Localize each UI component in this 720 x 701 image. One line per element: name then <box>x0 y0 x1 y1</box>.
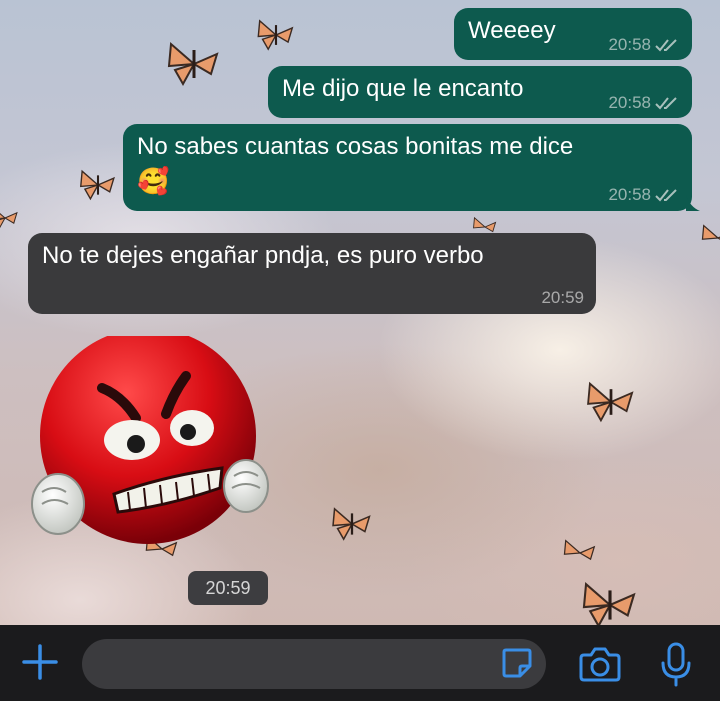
butterfly-decoration <box>563 539 596 561</box>
butterfly-decoration <box>587 381 634 423</box>
message-bubble-incoming[interactable]: No te dejes engañar pndja, es puro verbo… <box>28 233 596 314</box>
butterfly-decoration <box>582 582 636 625</box>
message-meta: 20:58 <box>608 30 680 60</box>
message-meta: 20:58 <box>608 88 680 118</box>
butterfly-decoration <box>167 41 219 87</box>
message-meta: 20:58 <box>608 180 680 210</box>
angry-red-emoji-sticker[interactable] <box>24 336 276 556</box>
butterfly-decoration <box>0 211 18 229</box>
message-input[interactable] <box>82 639 546 689</box>
bubble-tail <box>686 195 700 211</box>
smiling-face-with-hearts-emoji: 🥰 <box>137 166 170 196</box>
message-time: 20:58 <box>608 185 651 204</box>
message-text: No sabes cuantas cosas bonitas me dice <box>137 133 574 160</box>
message-text: No te dejes engañar pndja, es puro verbo <box>42 242 484 269</box>
message-time: 20:58 <box>608 93 651 112</box>
butterfly-decoration <box>701 224 720 240</box>
read-double-check-icon <box>655 189 677 202</box>
read-double-check-icon <box>655 97 677 110</box>
message-bubble-outgoing[interactable]: Me dijo que le encanto 20:58 <box>268 66 692 118</box>
message-bubble-outgoing[interactable]: No sabes cuantas cosas bonitas me dice 🥰… <box>123 124 700 211</box>
sticker-icon[interactable] <box>500 646 534 680</box>
message-text: Weeeey <box>468 17 556 44</box>
message-time: 20:59 <box>541 288 584 307</box>
plus-icon[interactable] <box>20 642 60 682</box>
message-text: Me dijo que le encanto <box>282 75 524 102</box>
message-time: 20:58 <box>608 35 651 54</box>
butterfly-decoration <box>79 169 115 201</box>
camera-icon[interactable] <box>578 645 622 683</box>
message-bubble-outgoing[interactable]: Weeeey 20:58 <box>454 8 692 60</box>
microphone-icon[interactable] <box>660 641 692 687</box>
butterfly-decoration <box>332 507 371 541</box>
butterfly-decoration <box>257 19 294 51</box>
message-meta: 20:59 <box>541 283 584 313</box>
sticker-timestamp: 20:59 <box>188 571 268 605</box>
read-double-check-icon <box>655 39 677 52</box>
